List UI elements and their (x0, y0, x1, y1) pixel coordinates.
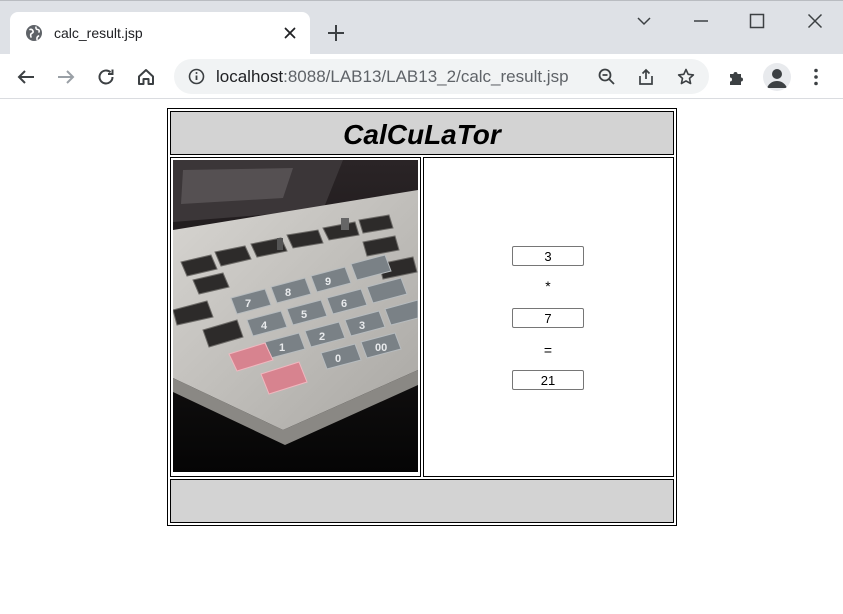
svg-text:5: 5 (301, 309, 307, 321)
arrow-right-icon[interactable] (55, 66, 77, 88)
browser-tab[interactable]: calc_result.jsp (10, 12, 310, 55)
calculator-image: 789 456 123 0 00 (173, 160, 418, 472)
minimize-icon[interactable] (689, 9, 713, 33)
svg-text:9: 9 (325, 276, 331, 288)
svg-text:7: 7 (245, 298, 251, 310)
tab-title: calc_result.jsp (54, 25, 143, 41)
home-icon[interactable] (135, 66, 157, 88)
equals-label: = (543, 342, 553, 358)
image-cell: 789 456 123 0 00 (170, 157, 421, 477)
plus-icon[interactable] (326, 23, 346, 43)
svg-text:4: 4 (261, 320, 268, 332)
window-close-icon[interactable] (803, 9, 827, 33)
maximize-icon[interactable] (745, 9, 769, 33)
arrow-left-icon[interactable] (15, 66, 37, 88)
profile-avatar[interactable] (763, 63, 791, 91)
reload-icon[interactable] (95, 66, 117, 88)
info-icon[interactable] (188, 68, 205, 85)
url-text: localhost:8088/LAB13/LAB13_2/calc_result… (216, 67, 569, 87)
operand2-input[interactable] (512, 308, 584, 328)
svg-text:00: 00 (375, 342, 387, 354)
url-path: :8088/LAB13/LAB13_2/calc_result.jsp (283, 67, 569, 86)
zoom-out-icon[interactable] (597, 67, 617, 87)
header-cell: CalCuLaTor (170, 111, 674, 155)
url-host: localhost (216, 67, 284, 86)
result-input[interactable] (512, 370, 584, 390)
person-icon (767, 69, 787, 88)
browser-toolbar: localhost:8088/LAB13/LAB13_2/calc_result… (0, 54, 843, 99)
svg-text:3: 3 (359, 320, 365, 332)
footer-cell (170, 479, 674, 523)
svg-text:2: 2 (319, 331, 325, 343)
close-icon[interactable] (282, 25, 298, 41)
tab-strip: calc_result.jsp (0, 0, 843, 55)
kebab-menu-icon[interactable] (805, 66, 827, 88)
star-icon[interactable] (676, 67, 696, 87)
calculator-table: CalCuLaTor 7 8 9 4 5 6 1 2 3 0 00 3 * 7 … (167, 108, 677, 526)
svg-text:8: 8 (285, 287, 291, 299)
svg-text:6: 6 (341, 298, 347, 310)
operand1-input[interactable] (512, 246, 584, 266)
svg-text:0: 0 (335, 353, 341, 365)
chevron-down-icon[interactable] (632, 9, 656, 33)
operator-label: * (545, 278, 551, 294)
puzzle-icon[interactable] (726, 66, 748, 88)
page-title: CalCuLaTor (343, 119, 501, 150)
address-bar[interactable]: localhost:8088/LAB13/LAB13_2/calc_result… (174, 59, 709, 94)
form-cell: * = (423, 157, 674, 477)
share-icon[interactable] (636, 67, 656, 87)
globe-icon (26, 25, 42, 41)
svg-text:1: 1 (279, 342, 285, 354)
